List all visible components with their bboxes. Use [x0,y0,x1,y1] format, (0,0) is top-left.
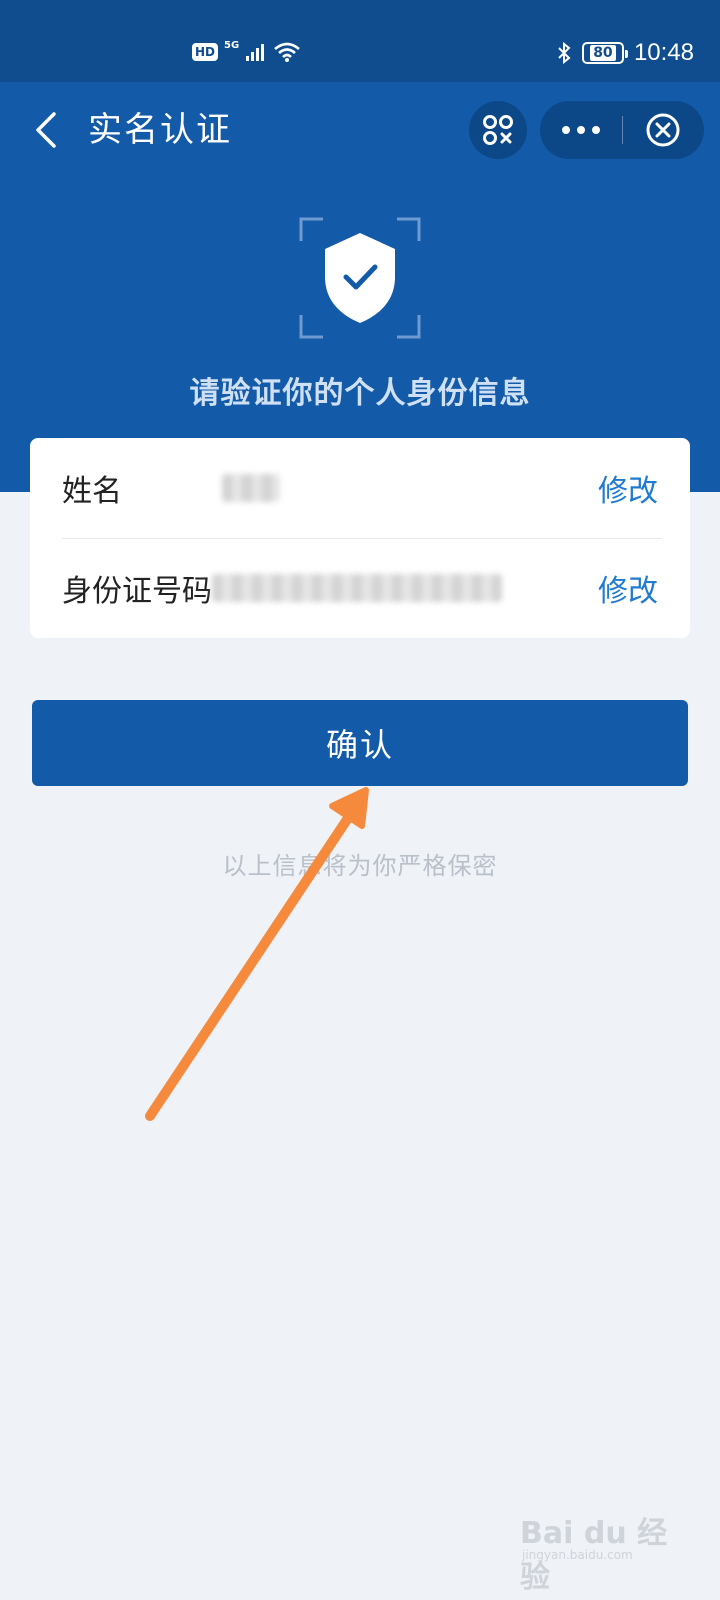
edit-id-number-link[interactable]: 修改 [598,566,658,610]
privacy-note: 以上信息将为你严格保密 [222,852,498,880]
cellular-signal-icon [246,44,265,61]
name-label: 姓名 [62,474,122,509]
more-dots-icon [562,126,600,134]
close-circle-icon [646,113,680,147]
identity-info-card: 姓名 修改 身份证号码 修改 [30,438,690,638]
scan-icon [483,115,513,145]
status-icons-right: 80 10:48 [556,38,694,68]
verification-prompt: 请验证你的个人身份信息 [189,376,531,411]
wifi-icon [274,42,301,62]
scan-button[interactable] [469,101,527,159]
baidu-jingyan-watermark: Bai du 经验 jingyan.baidu.com [520,1500,680,1595]
shield-check-icon [299,217,421,339]
battery-indicator: 80 [581,42,628,64]
status-bar: HD 5G 80 10:48 [0,0,720,82]
network-type: 5G [224,39,240,51]
edit-name-link[interactable]: 修改 [598,466,658,510]
more-button[interactable] [540,101,622,159]
back-button[interactable] [26,106,66,154]
close-button[interactable] [623,101,703,159]
name-value-redacted [222,474,280,502]
mini-program-capsule [540,101,704,159]
id-number-row: 身份证号码 修改 [30,538,690,638]
page-title: 实名认证 [88,110,232,150]
watermark-url: jingyan.baidu.com [522,1548,633,1562]
name-row: 姓名 修改 [30,438,690,538]
id-number-value-redacted [212,574,502,602]
clock: 10:48 [633,39,694,66]
id-number-label: 身份证号码 [62,574,212,609]
chevron-left-icon [36,112,56,148]
status-icons-center: HD 5G [192,38,301,66]
hd-badge: HD [192,43,219,61]
bluetooth-icon [558,41,571,65]
confirm-button[interactable]: 确认 [32,700,688,786]
verification-shield-graphic [297,215,423,341]
battery-level: 80 [590,45,616,61]
